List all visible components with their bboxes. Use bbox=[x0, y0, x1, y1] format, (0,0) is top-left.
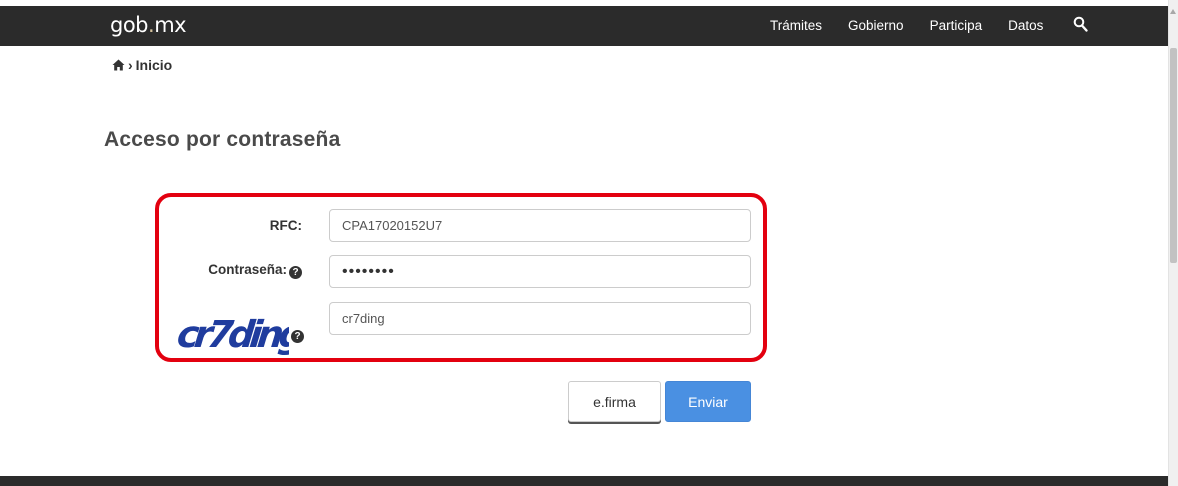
rfc-label-text: RFC: bbox=[269, 218, 302, 233]
password-label-text: Contraseña: bbox=[208, 262, 287, 277]
nav-link-tramites[interactable]: Trámites bbox=[770, 18, 822, 33]
breadcrumb-separator: › bbox=[128, 57, 133, 73]
footer-bar bbox=[0, 476, 1168, 486]
breadcrumb-current[interactable]: Inicio bbox=[136, 57, 173, 73]
page-title: Acceso por contraseña bbox=[104, 128, 341, 151]
captcha-image: cr7ding bbox=[175, 313, 289, 355]
captcha-input[interactable] bbox=[329, 302, 751, 335]
nav-link-participa[interactable]: Participa bbox=[930, 18, 983, 33]
brand-logo[interactable]: gob.mx bbox=[110, 13, 187, 37]
captcha-help-icon[interactable]: ? bbox=[291, 330, 304, 343]
top-navbar: gob.mx Trámites Gobierno Participa Datos bbox=[0, 6, 1168, 46]
question-circle-icon[interactable]: ? bbox=[289, 266, 302, 279]
nav-link-gobierno[interactable]: Gobierno bbox=[848, 18, 904, 33]
breadcrumb: › Inicio bbox=[112, 57, 172, 73]
rfc-input[interactable] bbox=[329, 209, 751, 242]
captcha-text: cr7ding bbox=[175, 313, 289, 355]
scroll-up-icon[interactable] bbox=[1169, 8, 1177, 38]
nav-links: Trámites Gobierno Participa Datos bbox=[770, 18, 1069, 33]
scrollbar-thumb[interactable] bbox=[1170, 48, 1177, 263]
enviar-button[interactable]: Enviar bbox=[665, 381, 751, 422]
rfc-label: RFC: bbox=[200, 218, 302, 233]
brand-name: gob bbox=[110, 13, 149, 37]
nav-link-datos[interactable]: Datos bbox=[1008, 18, 1043, 33]
password-label: Contraseña:? bbox=[192, 262, 302, 279]
brand-suffix: mx bbox=[154, 13, 187, 37]
home-icon[interactable] bbox=[112, 59, 125, 71]
password-input[interactable] bbox=[329, 255, 751, 288]
efirma-button[interactable]: e.firma bbox=[568, 381, 661, 422]
search-icon[interactable] bbox=[1073, 16, 1089, 34]
